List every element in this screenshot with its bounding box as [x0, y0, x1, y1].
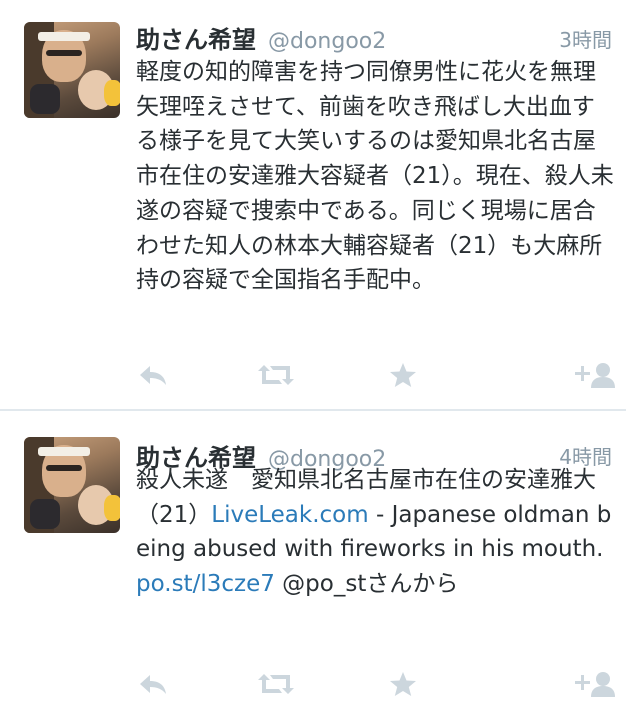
- favorite-button[interactable]: [388, 357, 418, 393]
- tweet-actions: [136, 357, 616, 393]
- retweet-icon: [257, 672, 295, 696]
- follow-button[interactable]: [572, 357, 616, 393]
- favorite-button[interactable]: [388, 666, 418, 702]
- link-liveleak[interactable]: LiveLeak.com: [211, 502, 368, 528]
- tweet-timestamp[interactable]: 3時間: [559, 24, 612, 53]
- reply-icon: [138, 364, 168, 386]
- author-handle[interactable]: @dongoo2: [268, 29, 386, 54]
- tweet[interactable]: 助さん希望 @dongoo2 4時間 殺人未遂 愛知県北名古屋市在住の安達雅大（…: [0, 411, 626, 716]
- retweet-icon: [257, 363, 295, 387]
- reply-button[interactable]: [136, 666, 170, 702]
- star-icon: [389, 671, 417, 697]
- author-name[interactable]: 助さん希望: [136, 20, 256, 55]
- retweet-button[interactable]: [254, 666, 298, 702]
- tweet-text: 軽度の知的障害を持つ同僚男性に花火を無理矢理咥えさせて、前歯を吹き飛ばし大出血す…: [136, 59, 614, 294]
- star-icon: [389, 362, 417, 388]
- retweet-button[interactable]: [254, 357, 298, 393]
- follow-icon: [573, 361, 615, 389]
- tweet-header: 助さん希望 @dongoo2: [136, 20, 386, 54]
- tweet-text: 殺人未遂 愛知県北名古屋市在住の安達雅大（21）LiveLeak.com - J…: [136, 463, 614, 602]
- avatar[interactable]: [24, 437, 120, 533]
- reply-button[interactable]: [136, 357, 170, 393]
- tweet-actions: [136, 666, 616, 702]
- follow-button[interactable]: [572, 666, 616, 702]
- tweet[interactable]: 助さん希望 @dongoo2 3時間 軽度の知的障害を持つ同僚男性に花火を無理矢…: [0, 0, 626, 410]
- link-post[interactable]: po.st/l3cze7: [136, 571, 275, 597]
- avatar[interactable]: [24, 22, 120, 118]
- reply-icon: [138, 673, 168, 695]
- tweet-text-part: @po_stさんから: [274, 571, 459, 598]
- follow-icon: [573, 670, 615, 698]
